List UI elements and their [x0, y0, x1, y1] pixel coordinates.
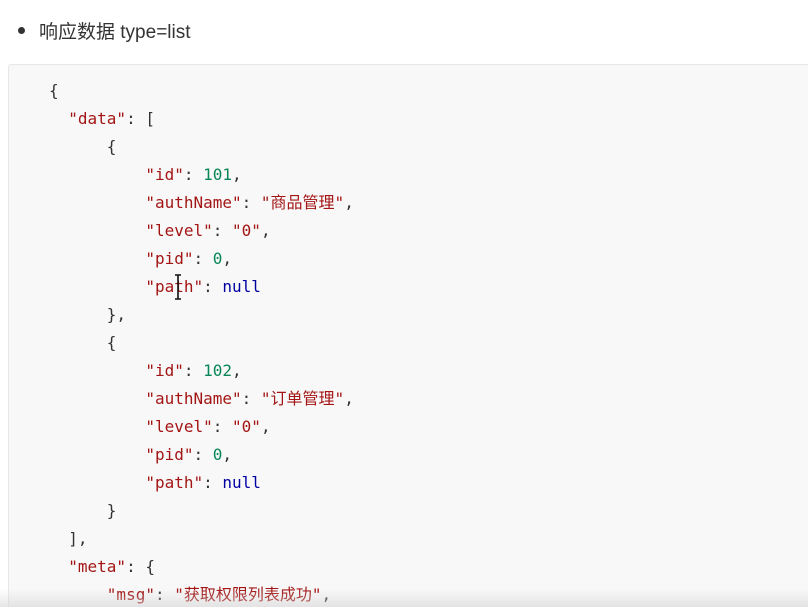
code-punctuation: { [49, 333, 117, 352]
code-punctuation: , [344, 193, 354, 212]
json-key: "pid" [145, 445, 194, 464]
json-key: "level" [145, 221, 213, 240]
json-key: "level" [145, 417, 213, 436]
code-punctuation: , [260, 417, 271, 436]
code-punctuation [49, 109, 68, 128]
code-punctuation [49, 445, 145, 464]
code-punctuation [49, 361, 145, 380]
json-key: "pid" [145, 249, 194, 268]
code-punctuation: : [241, 389, 261, 408]
code-punctuation: : [183, 165, 204, 184]
json-key: "path" [145, 473, 204, 492]
code-punctuation: , [232, 165, 242, 184]
list-item: 响应数据 type=list [18, 16, 191, 44]
json-key: "data" [68, 109, 127, 128]
json-number-value: 102 [203, 361, 233, 380]
code-punctuation: }, [49, 305, 127, 324]
code-punctuation: { [49, 137, 117, 156]
code-punctuation [49, 221, 145, 240]
code-punctuation: : [203, 277, 223, 296]
json-null-value: null [222, 277, 261, 296]
code-line: "pid": 0, [49, 245, 354, 273]
code-line: "data": [ [49, 105, 354, 133]
code-line: "authName": "商品管理", [49, 189, 354, 217]
code-punctuation [49, 389, 145, 408]
bullet-icon [18, 26, 25, 34]
json-string-value: "商品管理" [260, 193, 345, 212]
json-number-value: 0 [212, 249, 223, 268]
code-line: "id": 101, [49, 161, 354, 189]
code-block[interactable]: { "data": [ { "id": 101, "authName": "商品… [8, 64, 808, 607]
code-content[interactable]: { "data": [ { "id": 101, "authName": "商品… [49, 77, 354, 607]
code-punctuation [49, 473, 145, 492]
code-punctuation [49, 249, 145, 268]
code-line: "level": "0", [49, 413, 354, 441]
code-line: "path": null [49, 273, 354, 301]
code-punctuation: } [49, 501, 117, 520]
code-punctuation: , [344, 389, 354, 408]
code-punctuation [49, 193, 145, 212]
json-string-value: "订单管理" [260, 389, 345, 408]
code-punctuation: , [222, 249, 233, 268]
code-line: } [49, 497, 354, 525]
code-punctuation: : { [126, 557, 155, 576]
code-line: "level": "0", [49, 217, 354, 245]
code-punctuation: , [260, 221, 271, 240]
code-punctuation: : [ [126, 109, 155, 128]
code-punctuation [49, 277, 145, 296]
code-punctuation: : [183, 361, 204, 380]
code-line: { [49, 133, 354, 161]
json-key: "authName" [145, 389, 242, 408]
code-line: { [49, 329, 354, 357]
code-punctuation [49, 557, 68, 576]
json-key: "meta" [68, 557, 127, 576]
code-line: }, [49, 301, 354, 329]
json-key: "id" [145, 165, 184, 184]
list-item-text: 响应数据 type=list [39, 21, 191, 43]
text-cursor-icon [175, 274, 181, 300]
code-punctuation: , [232, 361, 242, 380]
code-punctuation: { [49, 81, 59, 100]
code-punctuation: : [193, 249, 213, 268]
code-punctuation: : [212, 417, 233, 436]
code-line: "authName": "订单管理", [49, 385, 354, 413]
json-string-value: "0" [232, 221, 261, 240]
json-number-value: 101 [203, 165, 233, 184]
json-string-value: "0" [232, 417, 261, 436]
json-key: "authName" [145, 193, 242, 212]
bottom-shadow [0, 589, 808, 607]
code-line: "meta": { [49, 553, 354, 581]
json-key: "id" [145, 361, 184, 380]
json-null-value: null [222, 473, 261, 492]
json-number-value: 0 [212, 445, 223, 464]
code-punctuation: : [212, 221, 233, 240]
code-punctuation [49, 417, 145, 436]
code-punctuation [49, 165, 145, 184]
code-line: { [49, 77, 354, 105]
code-punctuation: : [193, 445, 213, 464]
code-line: ], [49, 525, 354, 553]
code-punctuation: ], [49, 529, 88, 548]
code-line: "path": null [49, 469, 354, 497]
code-punctuation: , [222, 445, 233, 464]
code-punctuation: : [203, 473, 223, 492]
code-line: "id": 102, [49, 357, 354, 385]
code-punctuation: : [241, 193, 261, 212]
code-line: "pid": 0, [49, 441, 354, 469]
